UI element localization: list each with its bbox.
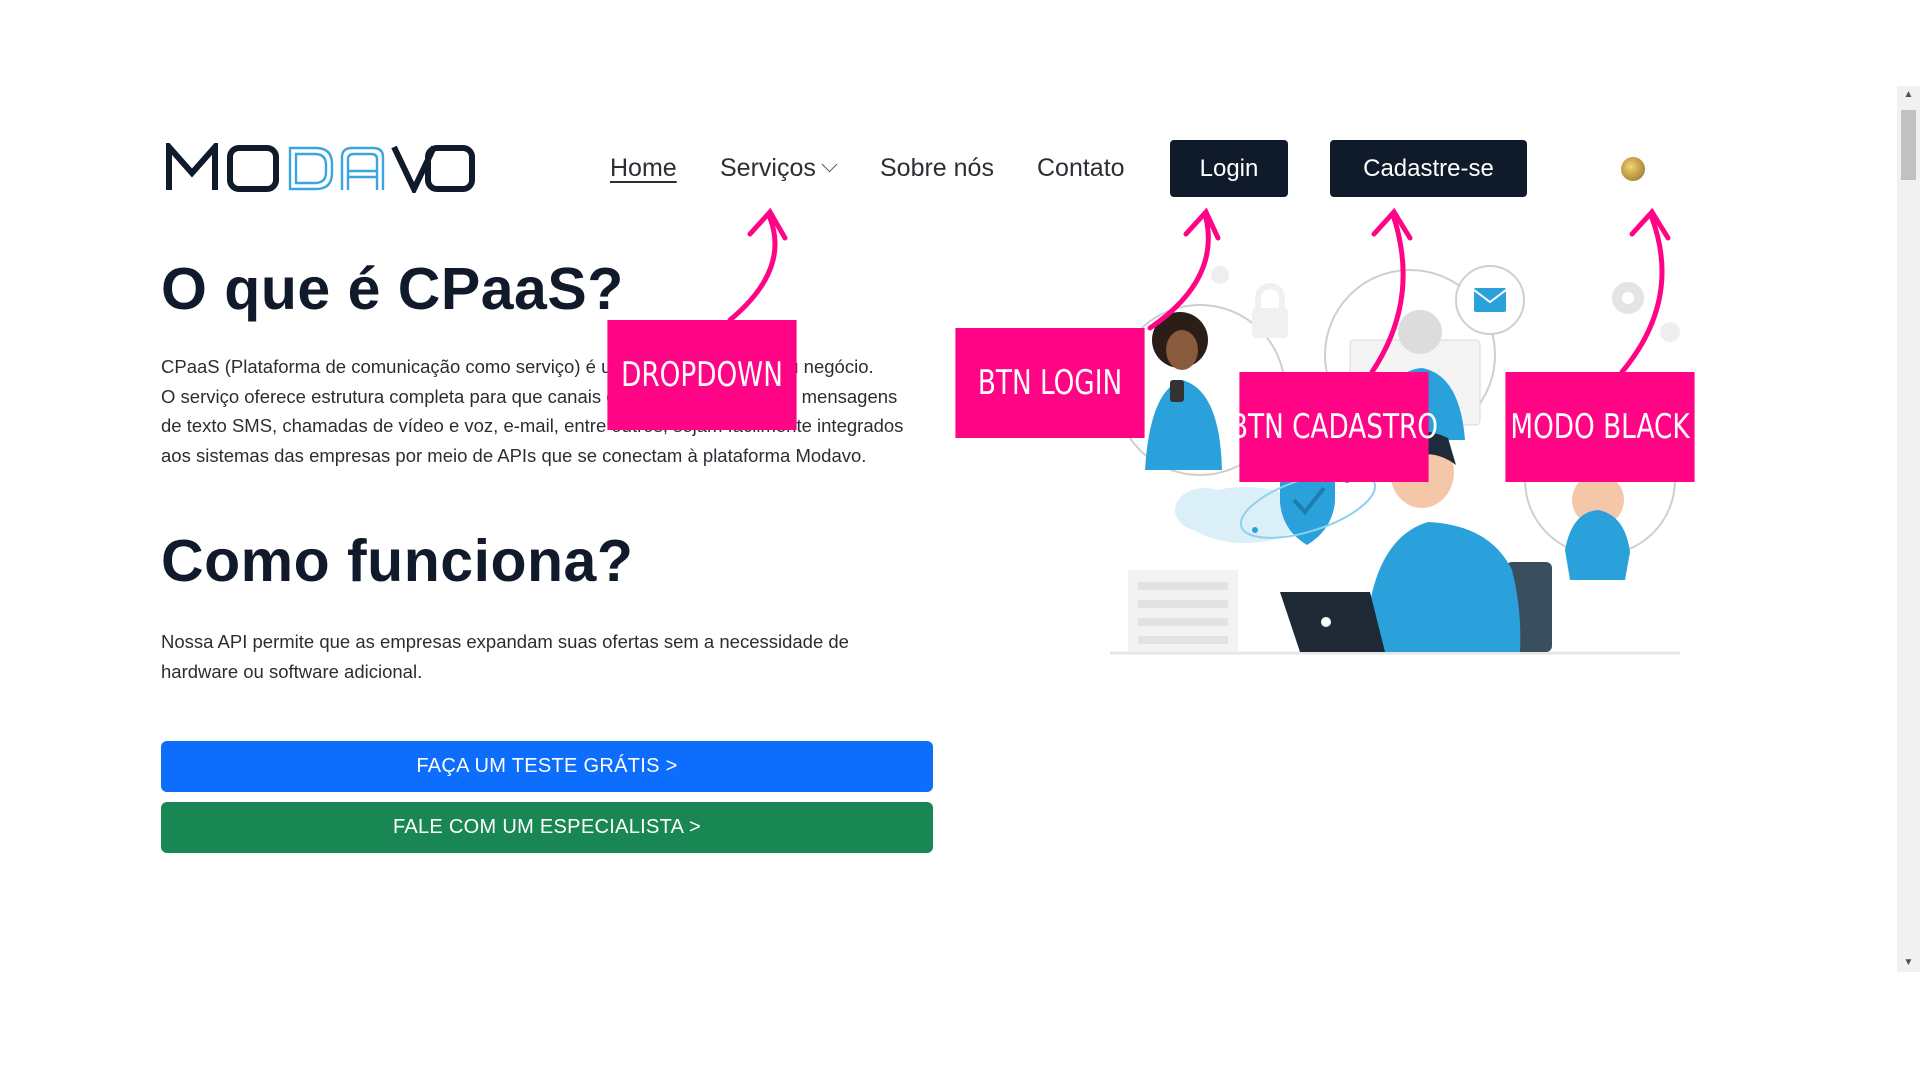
nav-servicos-label: Serviços (720, 154, 816, 182)
scroll-down-icon[interactable]: ▼ (1897, 954, 1920, 972)
cpaas-description: CPaaS (Plataforma de comunicação como se… (161, 352, 941, 470)
dropdown-annotation-label: DROPDOWN (621, 355, 783, 395)
signup-annotation-label: BTN CADASTRO (1230, 407, 1438, 447)
talk-to-specialist-button[interactable]: FALE COM UM ESPECIALISTA > (161, 802, 933, 853)
how-line: Nossa API permite que as empresas expand… (161, 631, 849, 652)
signup-button[interactable]: Cadastre-se (1330, 140, 1527, 197)
scroll-up-icon[interactable]: ▲ (1897, 86, 1920, 104)
nav-sobre-link[interactable]: Sobre nós (880, 142, 994, 194)
how-line: hardware ou software adicional. (161, 660, 423, 682)
login-annotation-label: BTN LOGIN (977, 363, 1123, 403)
chevron-down-icon (821, 156, 838, 173)
modavo-logo[interactable] (166, 143, 476, 193)
free-trial-button[interactable]: FAÇA UM TESTE GRÁTIS > (161, 741, 933, 792)
scroll-thumb[interactable] (1901, 110, 1916, 180)
nav-home-link[interactable]: Home (610, 142, 677, 194)
cpaas-line: aos sistemas das empresas por meio de AP… (161, 444, 867, 466)
how-it-works-description: Nossa API permite que as empresas expand… (161, 627, 941, 686)
dark-mode-annotation-label: MODO BLACK (1510, 407, 1690, 447)
how-it-works-heading: Como funciona? (161, 528, 634, 594)
login-annotation: BTN LOGIN (955, 328, 1145, 438)
nav-contato-link[interactable]: Contato (1037, 142, 1125, 194)
nav-servicos-dropdown[interactable]: Serviços (720, 142, 838, 194)
login-button[interactable]: Login (1170, 140, 1288, 197)
page-scrollbar[interactable]: ▲ ▼ (1897, 86, 1920, 972)
moon-icon[interactable] (1621, 157, 1645, 181)
dark-mode-annotation: MODO BLACK (1505, 372, 1695, 482)
dropdown-annotation: DROPDOWN (607, 320, 797, 430)
cpaas-heading: O que é CPaaS? (161, 256, 624, 322)
signup-annotation: BTN CADASTRO (1230, 372, 1438, 482)
